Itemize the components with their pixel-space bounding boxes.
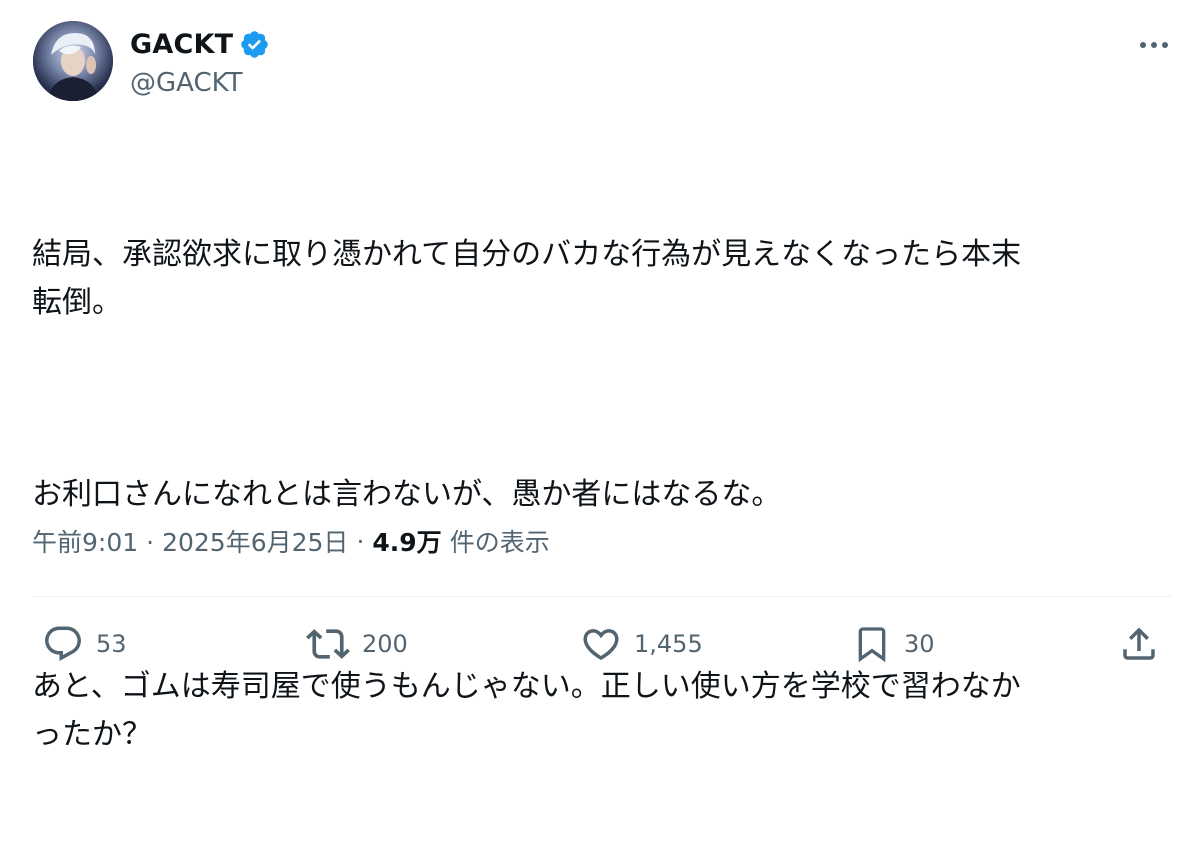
retweet-icon xyxy=(306,629,350,659)
tweet-time: 午前9:01 xyxy=(32,528,139,557)
tweet-meta: 午前9:01 · 2025年6月25日 · 4.9万 件の表示 xyxy=(32,521,550,561)
verified-badge-icon xyxy=(239,29,270,60)
views-count[interactable]: 4.9万 xyxy=(372,523,441,559)
bookmark-count: 30 xyxy=(904,630,935,658)
tweet-date: 2025年6月25日 xyxy=(162,528,349,557)
more-horizontal-icon xyxy=(1140,42,1168,48)
share-button[interactable] xyxy=(1118,620,1160,668)
avatar-image xyxy=(33,21,113,101)
retweet-count: 200 xyxy=(362,630,408,658)
handle[interactable]: @GACKT xyxy=(130,68,243,98)
reply-icon xyxy=(45,626,81,661)
meta-separator: · xyxy=(146,528,155,557)
tweet-paragraph: お利口さんになれとは言わないが、愚か者にはなるな。 xyxy=(32,477,782,512)
tweet-card: GACKT @GACKT 結局、承認欲求に取り憑かれて自分のバカな行為が見えなく… xyxy=(0,0,1200,752)
retweet-button[interactable]: 200 xyxy=(306,620,408,668)
author-name-row[interactable]: GACKT xyxy=(130,26,270,62)
reply-count: 53 xyxy=(96,630,127,658)
divider xyxy=(32,596,1172,597)
tweet-time-link[interactable]: 午前9:01 · 2025年6月25日 xyxy=(32,523,348,559)
share-icon xyxy=(1123,627,1155,660)
bookmark-button[interactable]: 30 xyxy=(852,620,935,668)
reply-button[interactable]: 53 xyxy=(42,620,127,668)
heart-icon xyxy=(583,629,619,661)
display-name[interactable]: GACKT xyxy=(130,29,233,60)
tweet-paragraph: 結局、承認欲求に取り憑かれて自分のバカな行為が見えなくなったら本末 転倒。 xyxy=(32,237,1022,320)
more-options-button[interactable] xyxy=(1136,30,1172,60)
like-button[interactable]: 1,455 xyxy=(580,620,703,668)
bookmark-icon xyxy=(858,627,886,663)
tweet-text: 結局、承認欲求に取り憑かれて自分のバカな行為が見えなくなったら本末 転倒。 お利… xyxy=(32,135,1172,855)
avatar[interactable] xyxy=(33,21,113,101)
meta-separator: · xyxy=(356,526,365,556)
views-label: 件の表示 xyxy=(449,528,550,557)
like-count: 1,455 xyxy=(634,630,703,658)
tweet-paragraph: あと、ゴムは寿司屋で使うもんじゃない。正しい使い方を学校で習わなか ったか？ xyxy=(32,669,1021,752)
